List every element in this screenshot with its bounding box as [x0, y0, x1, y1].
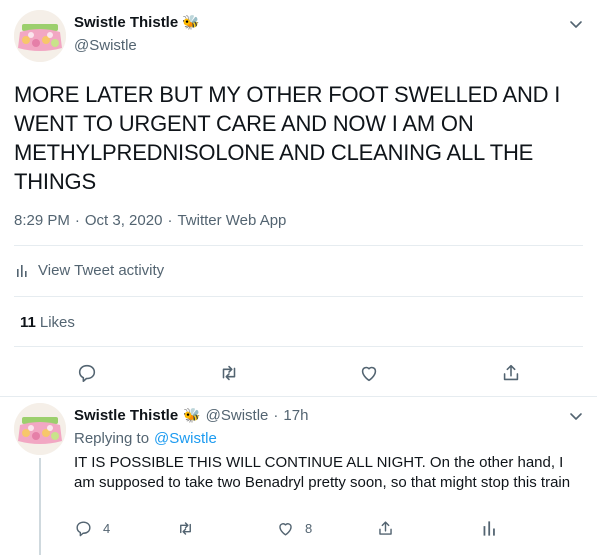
chevron-down-icon [570, 21, 582, 28]
chevron-down-icon [570, 413, 582, 420]
reply-like-button[interactable]: 8 [276, 519, 312, 538]
reply-share-button[interactable] [376, 519, 395, 538]
more-options-button[interactable] [566, 14, 586, 34]
share-button[interactable] [500, 362, 522, 384]
likes-label: Likes [39, 314, 75, 331]
retweet-icon [180, 522, 191, 535]
likes-stat[interactable]: 11 Likes [20, 314, 75, 331]
like-count: 8 [305, 521, 313, 536]
reply-age[interactable]: 17h [283, 407, 308, 424]
share-icon [503, 364, 519, 381]
replying-to-handle[interactable]: @Swistle [154, 430, 217, 447]
reply-icon [76, 521, 91, 537]
retweet-button[interactable] [218, 362, 240, 384]
reply-activity-button[interactable] [480, 519, 499, 538]
heart-icon [279, 523, 292, 536]
bee-emoji: 🐝 [183, 407, 201, 423]
thread-line [39, 458, 41, 555]
dot-separator: · [74, 212, 80, 229]
heart-icon [361, 366, 377, 382]
avatar[interactable] [14, 10, 66, 62]
tweet-source[interactable]: Twitter Web App [177, 212, 286, 229]
tweet-time[interactable]: 8:29 PM [14, 212, 70, 229]
view-activity-link[interactable]: View Tweet activity [14, 262, 164, 279]
reply-reply-button[interactable]: 4 [74, 519, 110, 538]
reply-count: 4 [103, 521, 111, 536]
divider [14, 346, 583, 347]
reply-retweet-button[interactable] [176, 519, 195, 538]
bee-emoji: 🐝 [182, 14, 200, 30]
like-button[interactable] [358, 362, 380, 384]
timestamp-line: 8:29 PM · Oct 3, 2020 · Twitter Web App [14, 212, 286, 229]
dot-separator: · [167, 212, 173, 229]
author-row: Swistle Thistle 🐝 [74, 14, 200, 31]
handle[interactable]: @Swistle [74, 37, 137, 54]
display-name[interactable]: Swistle Thistle [74, 14, 178, 31]
activity-label: View Tweet activity [38, 262, 165, 279]
activity-icon [483, 521, 495, 536]
divider [14, 296, 583, 297]
replying-to-line: Replying to @Swistle [74, 430, 217, 447]
avatar-image [14, 403, 66, 455]
reply-text: IT IS POSSIBLE THIS WILL CONTINUE ALL NI… [74, 454, 571, 491]
reply-more-options-button[interactable] [566, 406, 586, 426]
reply-author-row: Swistle Thistle 🐝 @Swistle · 17h [74, 407, 308, 424]
divider [0, 396, 597, 397]
tweet-date[interactable]: Oct 3, 2020 [85, 212, 163, 229]
reply-display-name[interactable]: Swistle Thistle [74, 407, 178, 424]
likes-count: 11 [20, 314, 36, 331]
share-icon [379, 521, 392, 535]
reply-icon [78, 364, 96, 383]
reply-button[interactable] [76, 362, 98, 384]
divider [14, 245, 583, 246]
replying-prefix: Replying to [74, 430, 150, 447]
tweet-text: MORE LATER BUT MY OTHER FOOT SWELLED AND… [14, 82, 561, 194]
activity-icon [17, 264, 27, 277]
reply-handle[interactable]: @Swistle [206, 407, 269, 424]
reply-avatar[interactable] [14, 403, 66, 455]
avatar-image [14, 10, 66, 62]
retweet-icon [222, 365, 236, 381]
dot-separator: · [273, 407, 279, 424]
